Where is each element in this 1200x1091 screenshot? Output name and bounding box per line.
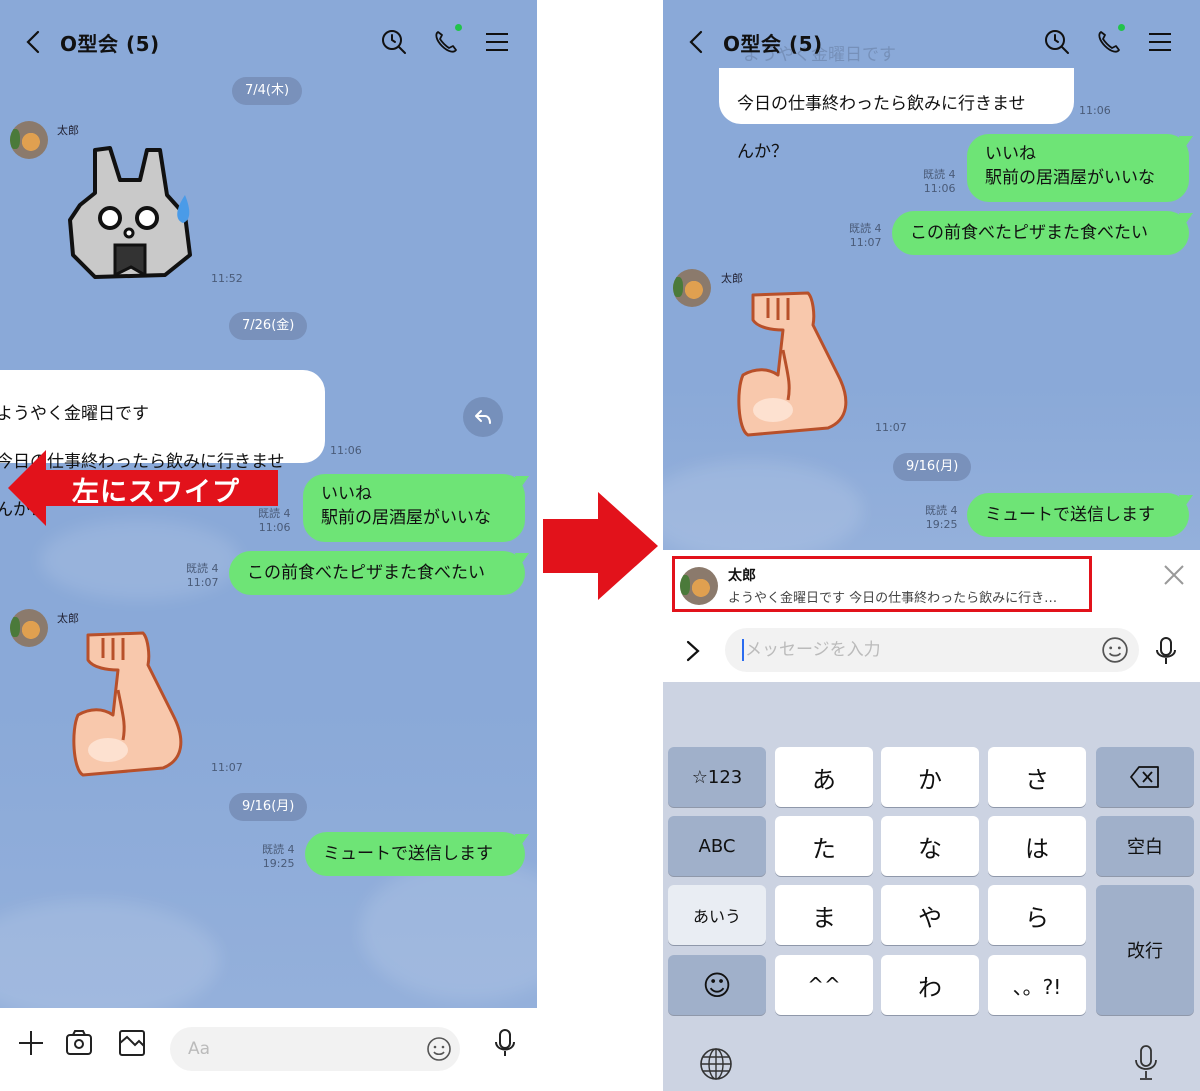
- key-ha[interactable]: は: [988, 816, 1086, 876]
- search-clock-icon[interactable]: [380, 28, 408, 56]
- sender-name: 太郎: [721, 272, 743, 285]
- key-ra[interactable]: ら: [988, 885, 1086, 945]
- message-time: 11:52: [211, 272, 243, 285]
- read-receipt: 既読 4 19:25: [925, 504, 958, 531]
- reply-preview[interactable]: 太郎 ようやく金曜日です 今日の仕事終わったら飲みに行き…: [672, 556, 1092, 612]
- message-time: 11:07: [875, 421, 907, 434]
- date-pill: 9/16(月): [229, 793, 308, 821]
- image-icon[interactable]: [117, 1028, 147, 1058]
- reply-sender-name: 太郎: [728, 568, 756, 584]
- sent-message-bubble[interactable]: この前食べたピザまた食べたい: [892, 211, 1189, 255]
- avatar: [680, 567, 718, 605]
- date-pill: 7/26(金): [229, 312, 308, 340]
- message-input-pill: [725, 628, 1139, 672]
- swipe-annotation-label: 左にスワイプ: [72, 477, 240, 508]
- dictation-mic-icon[interactable]: [1132, 1044, 1160, 1082]
- sender-name: 太郎: [57, 124, 79, 137]
- chevron-left-icon[interactable]: [22, 28, 46, 56]
- avatar[interactable]: [673, 269, 711, 307]
- key-ya[interactable]: や: [881, 885, 979, 945]
- camera-icon[interactable]: [64, 1028, 94, 1058]
- message-time: 11:06: [1079, 104, 1111, 117]
- message-input[interactable]: [745, 628, 1085, 672]
- sender-name: 太郎: [57, 612, 79, 625]
- date-pill: 7/4(木): [232, 77, 303, 105]
- key-sa[interactable]: さ: [988, 747, 1086, 807]
- message-line: 今日の仕事終わったら飲みに行きませ: [737, 94, 1026, 114]
- mic-icon[interactable]: [490, 1028, 520, 1058]
- message-time: 11:07: [211, 761, 243, 774]
- chat-title: O型会 (5): [723, 32, 823, 56]
- right-screen: ようやく金曜日です 今日の仕事終わったら飲みに行きませ んか？ 11:06 O型…: [663, 0, 1200, 1091]
- emoji-icon[interactable]: [1101, 636, 1129, 664]
- chat-header: O型会 (5): [0, 20, 537, 64]
- reply-panel: 太郎 ようやく金曜日です 今日の仕事終わったら飲みに行き…: [663, 550, 1200, 682]
- key-return[interactable]: 改行: [1096, 885, 1194, 1015]
- chevron-left-icon[interactable]: [685, 28, 709, 56]
- read-receipt: 既読 4 11:07: [849, 222, 882, 249]
- message-bottom-bar: [0, 1008, 537, 1091]
- online-dot: [1118, 24, 1125, 31]
- key-kana-mode[interactable]: あいう: [668, 885, 766, 945]
- flexed-biceps-sticker[interactable]: [68, 630, 193, 780]
- date-pill: 9/16(月): [893, 453, 972, 481]
- key-ka[interactable]: か: [881, 747, 979, 807]
- plus-icon[interactable]: [16, 1028, 46, 1058]
- key-space[interactable]: 空白: [1096, 816, 1194, 876]
- sent-message-bubble[interactable]: この前食べたピザまた食べたい: [229, 551, 525, 595]
- reply-arrow-icon: [475, 410, 491, 424]
- key-ta[interactable]: た: [775, 816, 873, 876]
- key-symbols[interactable]: ☆123: [668, 747, 766, 807]
- read-receipt: 既読 4 11:06: [258, 507, 291, 534]
- key-ma[interactable]: ま: [775, 885, 873, 945]
- backspace-icon: [1130, 766, 1159, 788]
- message-input-pill: [170, 1027, 460, 1071]
- key-na[interactable]: な: [881, 816, 979, 876]
- key-emoji[interactable]: ☺: [668, 955, 766, 1015]
- flexed-biceps-sticker[interactable]: [733, 290, 858, 440]
- sent-message-bubble[interactable]: いいね 駅前の居酒屋がいいな: [303, 474, 525, 542]
- key-punctuation[interactable]: 、。?!: [988, 955, 1086, 1015]
- read-receipt: 既読 4 11:06: [923, 168, 956, 195]
- emoji-icon[interactable]: [426, 1036, 452, 1062]
- message-line: ようやく金曜日です: [0, 404, 149, 424]
- key-kaomoji[interactable]: ^^: [775, 955, 873, 1015]
- message-time: 11:06: [330, 444, 362, 457]
- key-abc[interactable]: ABC: [668, 816, 766, 876]
- shocked-rabbit-sticker[interactable]: [65, 145, 195, 280]
- reply-quoted-text: ようやく金曜日です 今日の仕事終わったら飲みに行き…: [728, 591, 1058, 606]
- chat-header: O型会 (5): [663, 20, 1200, 64]
- left-screen: O型会 (5) 7/4(木) 太郎 11:52 7/26(金) ようやく金曜日で…: [0, 0, 537, 1091]
- online-dot: [455, 24, 462, 31]
- menu-icon[interactable]: [483, 28, 511, 56]
- received-message-bubble[interactable]: 今日の仕事終わったら飲みに行きませ んか？: [719, 68, 1074, 162]
- chat-title: O型会 (5): [60, 32, 160, 56]
- close-icon[interactable]: [1161, 562, 1187, 588]
- read-receipt: 既読 4 11:07: [186, 562, 219, 589]
- text-caret: [742, 639, 744, 661]
- message-input[interactable]: [170, 1027, 410, 1071]
- phone-icon[interactable]: [432, 28, 460, 56]
- sent-message-bubble[interactable]: ミュートで送信します: [967, 493, 1189, 537]
- globe-icon[interactable]: [699, 1047, 733, 1081]
- mic-icon[interactable]: [1152, 636, 1180, 666]
- read-receipt: 既読 4 19:25: [262, 843, 295, 870]
- avatar[interactable]: [10, 121, 48, 159]
- transition-arrow-annotation: [543, 492, 658, 600]
- reply-button[interactable]: [463, 397, 503, 437]
- key-a[interactable]: あ: [775, 747, 873, 807]
- japanese-keyboard: ☆123 あ か さ ABC た な は 空白 あいう ま や ら 改行 ☺ ^…: [663, 682, 1200, 1091]
- chevron-right-icon[interactable]: [683, 638, 703, 664]
- menu-icon[interactable]: [1146, 28, 1174, 56]
- key-wa[interactable]: わ: [881, 955, 979, 1015]
- search-clock-icon[interactable]: [1043, 28, 1071, 56]
- key-backspace[interactable]: [1096, 747, 1194, 807]
- sent-message-bubble[interactable]: ミュートで送信します: [305, 832, 525, 876]
- phone-icon[interactable]: [1095, 28, 1123, 56]
- sent-message-bubble[interactable]: いいね 駅前の居酒屋がいいな: [967, 134, 1189, 202]
- avatar[interactable]: [10, 609, 48, 647]
